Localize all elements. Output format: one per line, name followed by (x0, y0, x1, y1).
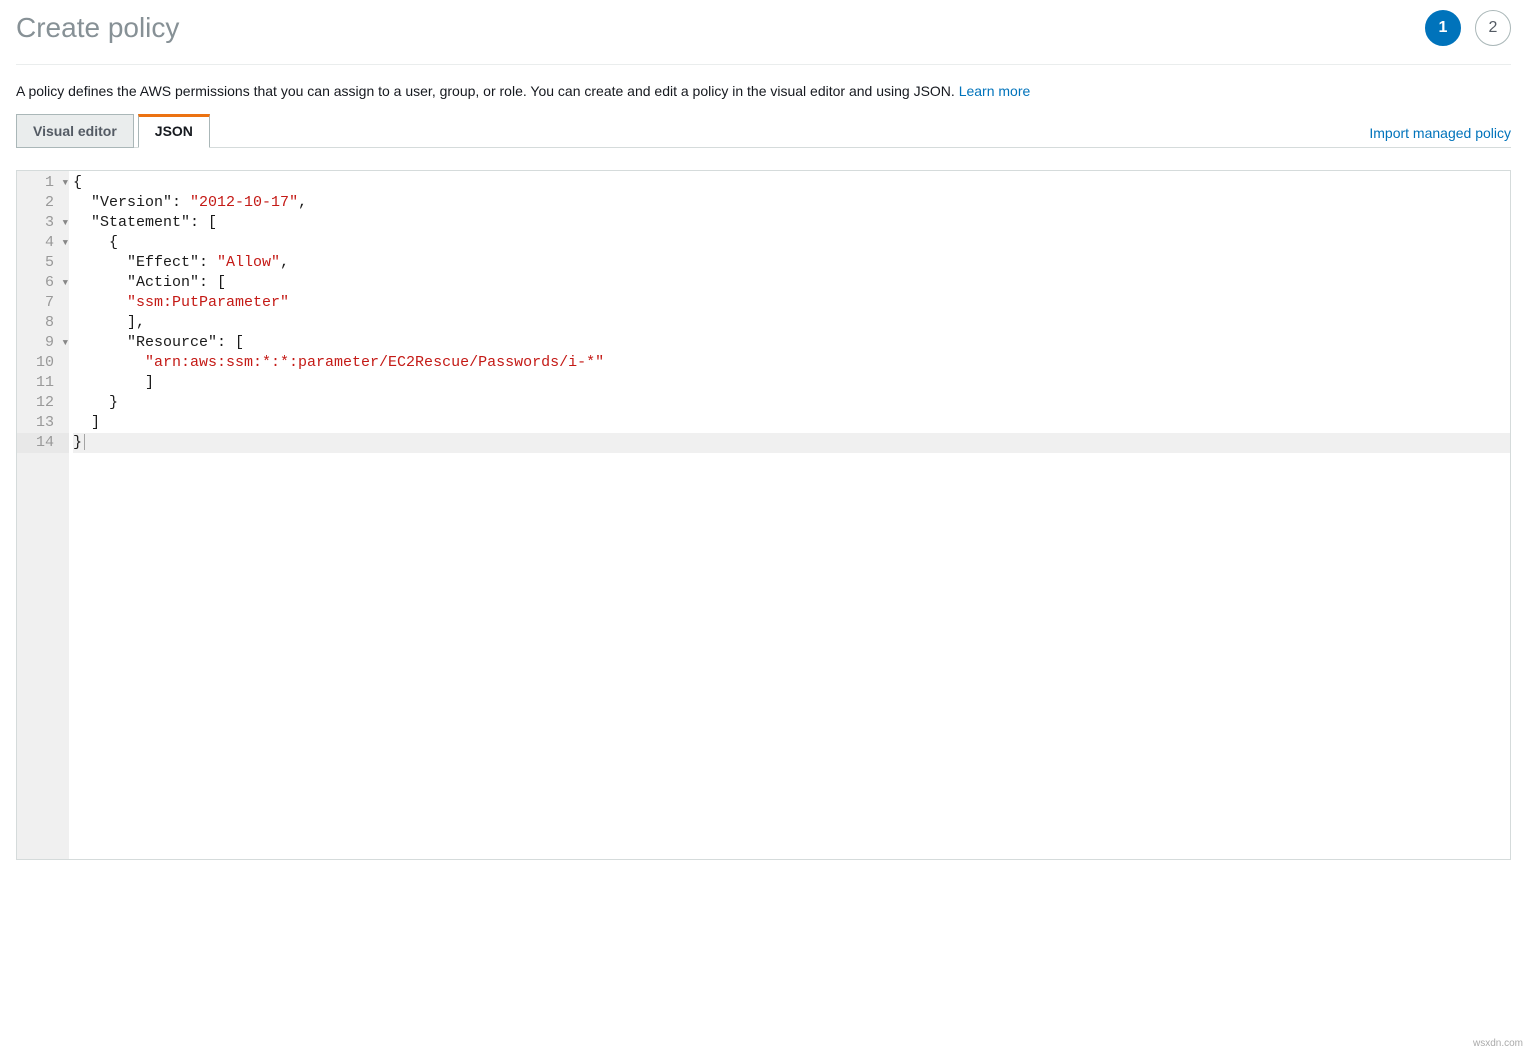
code-line[interactable]: } (73, 393, 1510, 413)
code-line[interactable]: ] (73, 373, 1510, 393)
gutter-line: 11 (17, 373, 69, 393)
policy-description: A policy defines the AWS permissions tha… (16, 65, 1511, 113)
gutter-line: 13 (17, 413, 69, 433)
gutter-line: 2 (17, 193, 69, 213)
gutter-line: 14 (17, 433, 69, 453)
code-line[interactable]: "Version": "2012-10-17", (73, 193, 1510, 213)
editor-tabs: Visual editorJSON (16, 113, 214, 147)
tab-json[interactable]: JSON (138, 114, 210, 148)
gutter-line: 6▼ (17, 273, 69, 293)
gutter-line: 10 (17, 353, 69, 373)
wizard-steps: 12 (1425, 10, 1511, 46)
json-editor[interactable]: 1▼23▼4▼56▼789▼1011121314 { "Version": "2… (16, 170, 1511, 860)
fold-toggle-icon[interactable]: ▼ (63, 333, 68, 353)
code-line[interactable]: { (73, 233, 1510, 253)
text-cursor (84, 434, 85, 450)
gutter-line: 1▼ (17, 173, 69, 193)
wizard-step-1[interactable]: 1 (1425, 10, 1461, 46)
fold-toggle-icon[interactable]: ▼ (63, 233, 68, 253)
code-line[interactable]: { (73, 173, 1510, 193)
description-text: A policy defines the AWS permissions tha… (16, 83, 959, 99)
gutter-line: 5 (17, 253, 69, 273)
gutter-line: 9▼ (17, 333, 69, 353)
code-line[interactable]: ] (73, 413, 1510, 433)
editor-gutter: 1▼23▼4▼56▼789▼1011121314 (17, 171, 69, 859)
gutter-line: 8 (17, 313, 69, 333)
code-line[interactable]: "Action": [ (73, 273, 1510, 293)
page-title: Create policy (16, 12, 179, 44)
editor-code-area[interactable]: { "Version": "2012-10-17", "Statement": … (69, 171, 1510, 859)
code-line[interactable]: "Effect": "Allow", (73, 253, 1510, 273)
watermark: wsxdn.com (1473, 1038, 1523, 1049)
tab-visual-editor[interactable]: Visual editor (16, 114, 134, 148)
fold-toggle-icon[interactable]: ▼ (63, 213, 68, 233)
code-line[interactable]: "ssm:PutParameter" (73, 293, 1510, 313)
wizard-step-2[interactable]: 2 (1475, 10, 1511, 46)
learn-more-link[interactable]: Learn more (959, 83, 1031, 99)
code-line[interactable]: ], (73, 313, 1510, 333)
code-line[interactable]: "arn:aws:ssm:*:*:parameter/EC2Rescue/Pas… (73, 353, 1510, 373)
import-managed-policy-link[interactable]: Import managed policy (1369, 125, 1511, 147)
code-line[interactable]: "Statement": [ (73, 213, 1510, 233)
gutter-line: 3▼ (17, 213, 69, 233)
gutter-line: 4▼ (17, 233, 69, 253)
gutter-line: 12 (17, 393, 69, 413)
fold-toggle-icon[interactable]: ▼ (63, 273, 68, 293)
fold-toggle-icon[interactable]: ▼ (63, 173, 68, 193)
code-line[interactable]: "Resource": [ (73, 333, 1510, 353)
gutter-line: 7 (17, 293, 69, 313)
code-line[interactable]: } (73, 433, 1510, 453)
